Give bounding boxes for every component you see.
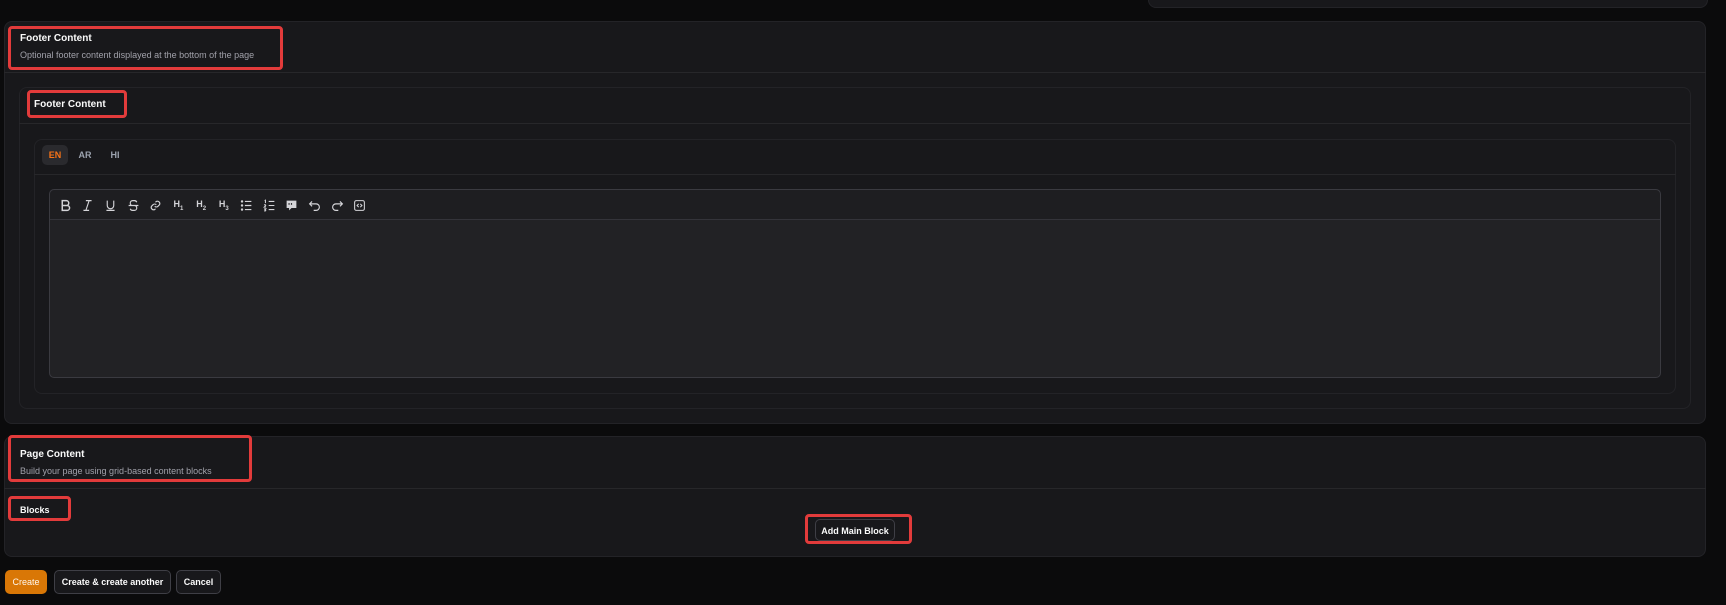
code-block-icon[interactable] xyxy=(350,195,370,215)
editor-toolbar-buttons: H1 H2 H3 xyxy=(55,195,370,215)
link-icon[interactable] xyxy=(146,195,166,215)
footer-section-divider xyxy=(4,72,1706,73)
cancel-button[interactable]: Cancel xyxy=(176,570,221,594)
footer-field-label-highlight xyxy=(27,90,127,118)
italic-icon[interactable] xyxy=(78,195,98,215)
redo-icon[interactable] xyxy=(327,195,347,215)
strikethrough-icon[interactable] xyxy=(123,195,143,215)
bold-icon[interactable] xyxy=(55,195,75,215)
underline-icon[interactable] xyxy=(100,195,120,215)
page-content-header-highlight xyxy=(8,435,252,482)
create-another-button[interactable]: Create & create another xyxy=(54,570,171,594)
language-tabs: EN AR HI xyxy=(42,145,128,165)
tab-ar[interactable]: AR xyxy=(72,145,98,165)
previous-section-card xyxy=(1148,0,1708,8)
blockquote-icon[interactable] xyxy=(282,195,302,215)
editor-content-area[interactable] xyxy=(50,221,1660,377)
heading-2-icon[interactable]: H2 xyxy=(191,195,211,215)
tab-en[interactable]: EN xyxy=(42,145,68,165)
add-main-block-highlight xyxy=(805,514,912,544)
heading-3-icon[interactable]: H3 xyxy=(214,195,234,215)
tab-hi[interactable]: HI xyxy=(102,145,128,165)
page-content-divider xyxy=(4,488,1706,489)
translation-divider xyxy=(34,174,1676,175)
footer-field-divider xyxy=(19,123,1691,124)
heading-1-icon[interactable]: H1 xyxy=(168,195,188,215)
blocks-label-highlight xyxy=(8,496,71,521)
ordered-list-icon[interactable] xyxy=(259,195,279,215)
bullet-list-icon[interactable] xyxy=(237,195,257,215)
create-button[interactable]: Create xyxy=(5,570,47,594)
footer-section-header-highlight xyxy=(8,26,283,70)
undo-icon[interactable] xyxy=(305,195,325,215)
